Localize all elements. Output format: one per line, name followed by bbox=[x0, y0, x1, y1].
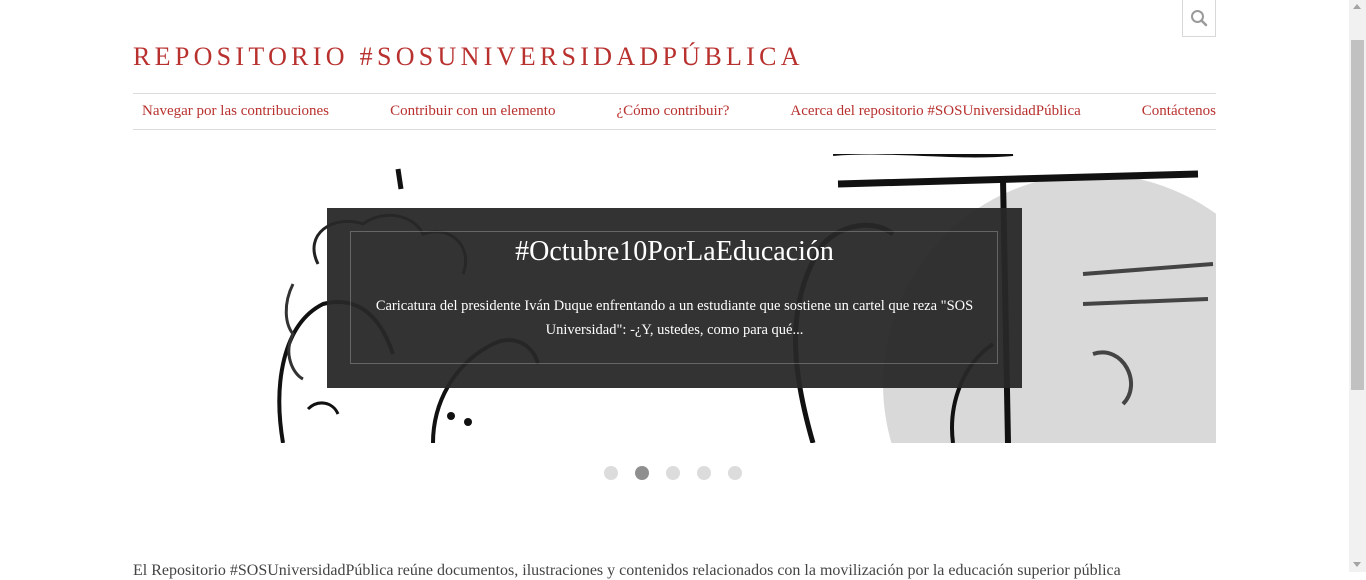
scrollbar[interactable] bbox=[1349, 0, 1366, 572]
scroll-up-icon[interactable] bbox=[1353, 4, 1361, 9]
site-title[interactable]: REPOSITORIO #SOSUNIVERSIDADPÚBLICA bbox=[133, 42, 804, 72]
intro-text: El Repositorio #SOSUniversidadPública re… bbox=[133, 562, 1121, 579]
scroll-down-icon[interactable] bbox=[1353, 562, 1361, 567]
nav-item-contribute[interactable]: Contribuir con un elemento bbox=[390, 103, 555, 120]
main-nav: Navegar por las contribuciones Contribui… bbox=[133, 93, 1216, 130]
slider-dot-2[interactable] bbox=[635, 466, 649, 480]
slide-description: Caricatura del presidente Iván Duque enf… bbox=[375, 298, 974, 338]
nav-item-how-to-contribute[interactable]: ¿Cómo contribuir? bbox=[616, 103, 729, 120]
slider-pagination bbox=[604, 466, 742, 480]
slider-dot-5[interactable] bbox=[728, 466, 742, 480]
nav-item-browse[interactable]: Navegar por las contribuciones bbox=[142, 103, 329, 120]
search-icon bbox=[1191, 10, 1208, 27]
nav-item-about[interactable]: Acerca del repositorio #SOSUniversidadPú… bbox=[790, 103, 1080, 120]
slider-dot-1[interactable] bbox=[604, 466, 618, 480]
search-button[interactable] bbox=[1182, 0, 1216, 37]
nav-item-contact[interactable]: Contáctenos bbox=[1142, 103, 1216, 120]
hero-slider[interactable]: #Octubre10PorLaEducación Caricatura del … bbox=[133, 154, 1216, 443]
slider-dot-4[interactable] bbox=[697, 466, 711, 480]
slider-dot-3[interactable] bbox=[666, 466, 680, 480]
slide-title[interactable]: #Octubre10PorLaEducación bbox=[327, 236, 1022, 268]
slide-caption: #Octubre10PorLaEducación Caricatura del … bbox=[327, 208, 1022, 388]
scroll-thumb[interactable] bbox=[1351, 40, 1364, 390]
